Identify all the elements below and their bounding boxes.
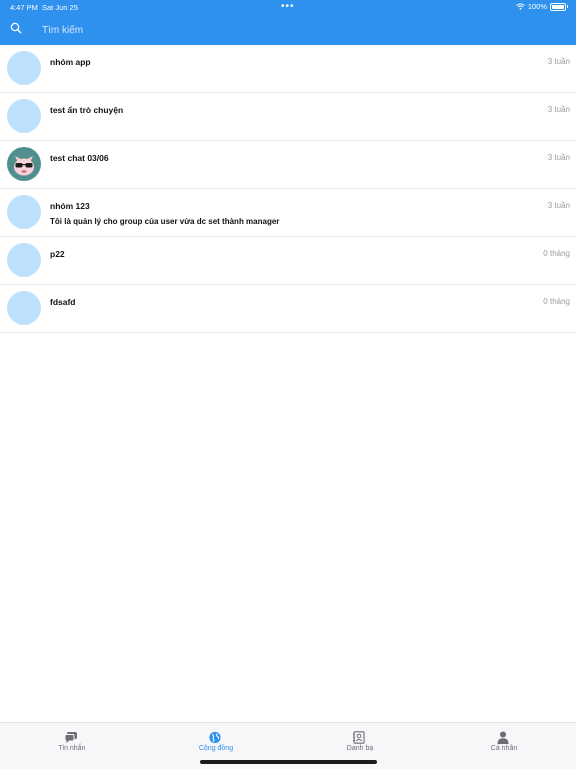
avatar — [7, 243, 41, 277]
tab-label: Cá nhân — [490, 745, 518, 752]
conversation-row[interactable]: nhóm 123 Tôi là quản lý cho group của us… — [0, 189, 576, 237]
conversation-time: 3 tuần — [547, 105, 570, 114]
search-bar[interactable] — [0, 17, 576, 41]
home-indicator — [200, 760, 377, 764]
avatar — [7, 195, 41, 229]
conversation-row[interactable]: nhóm app 3 tuần — [0, 45, 576, 93]
avatar — [7, 51, 41, 85]
conversation-title: test chat 03/06 — [50, 153, 109, 163]
conversation-row[interactable]: p22 0 tháng — [0, 237, 576, 285]
search-icon[interactable] — [10, 22, 22, 34]
status-date: Sat Jun 25 — [42, 3, 78, 12]
wifi-icon — [515, 3, 525, 10]
conversation-row[interactable]: test chat 03/06 3 tuần — [0, 141, 576, 189]
tab-label: Danh bạ — [346, 745, 374, 752]
tab-profile[interactable]: Cá nhân — [432, 723, 576, 769]
app-header: 4:47 PM Sat Jun 25 ••• 100% — [0, 0, 576, 45]
tab-label: Tin nhắn — [58, 745, 86, 752]
status-right: 100% — [515, 2, 568, 11]
battery-percent: 100% — [527, 2, 547, 11]
conversation-title: nhóm 123 — [50, 201, 90, 211]
avatar — [7, 99, 41, 133]
search-input[interactable] — [40, 19, 544, 41]
tab-messages[interactable]: Tin nhắn — [0, 723, 144, 769]
avatar — [7, 147, 41, 181]
status-bar: 4:47 PM Sat Jun 25 ••• 100% — [0, 0, 576, 13]
conversation-time: 0 tháng — [543, 249, 570, 258]
globe-icon — [209, 731, 221, 744]
conversation-time: 0 tháng — [543, 297, 570, 306]
status-time: 4:47 PM — [10, 3, 38, 12]
tab-label: Cộng đồng — [198, 745, 234, 752]
conversation-time: 3 tuần — [547, 57, 570, 66]
avatar — [7, 291, 41, 325]
conversation-last-message: Tôi là quản lý cho group của user vừa dc… — [50, 217, 280, 226]
conversation-title: fdsafd — [50, 297, 76, 307]
conversation-row[interactable]: fdsafd 0 tháng — [0, 285, 576, 333]
battery-icon — [550, 2, 566, 11]
conversation-title: p22 — [50, 249, 65, 259]
conversation-title: test ẩn trò chuyện — [50, 105, 124, 115]
conversation-list: nhóm app 3 tuần test ẩn trò chuyện 3 tuầ… — [0, 45, 576, 333]
multitasking-dots[interactable]: ••• — [281, 0, 295, 13]
raccoon-sunglasses-icon — [14, 156, 34, 176]
conversation-title: nhóm app — [50, 57, 91, 67]
conversation-row[interactable]: test ẩn trò chuyện 3 tuần — [0, 93, 576, 141]
contacts-book-icon — [353, 731, 365, 744]
person-icon — [497, 731, 509, 744]
conversation-time: 3 tuần — [547, 153, 570, 162]
chat-bubbles-icon — [64, 732, 77, 743]
conversation-time: 3 tuần — [547, 201, 570, 210]
